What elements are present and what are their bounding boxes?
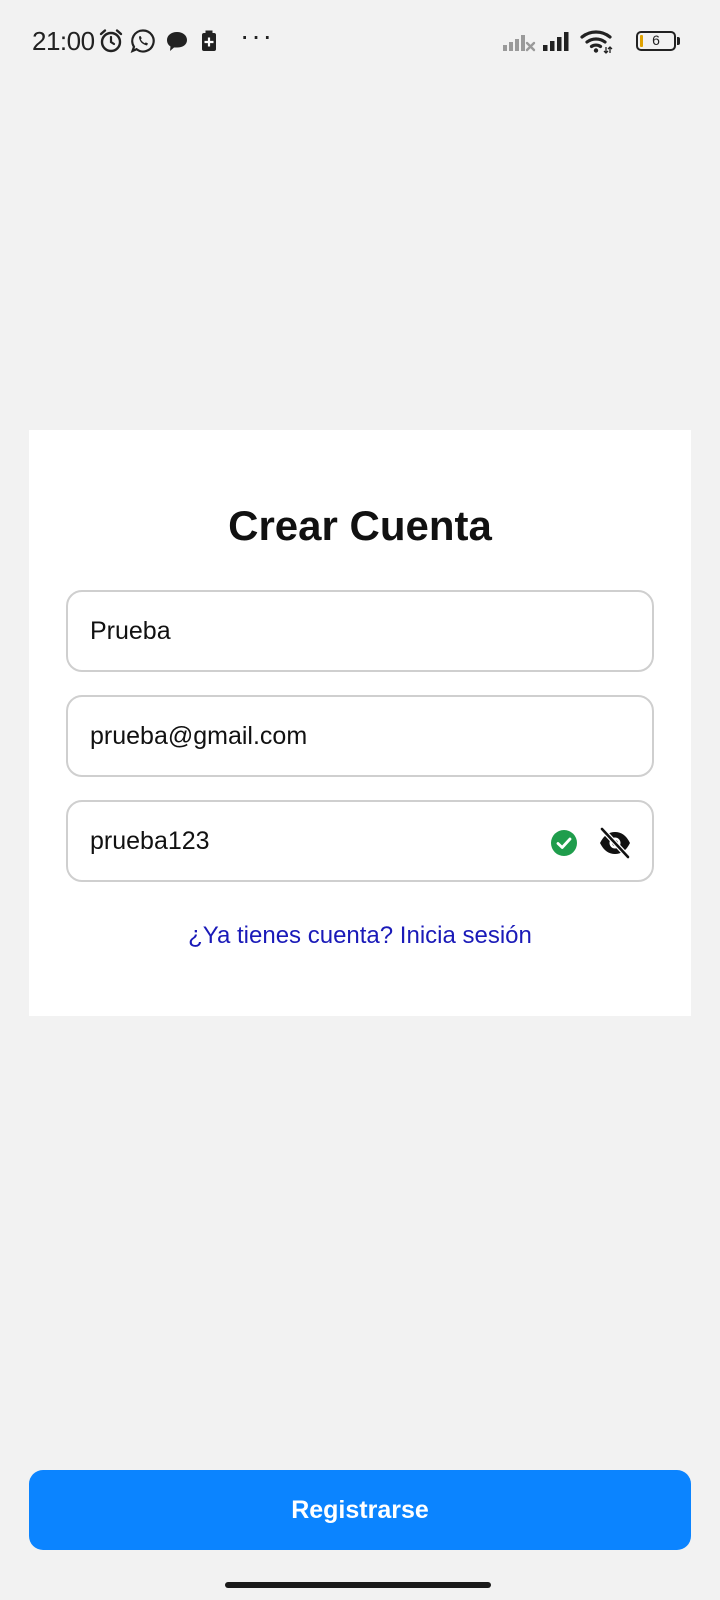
whatsapp-icon <box>130 29 155 54</box>
eye-off-icon[interactable] <box>598 827 632 859</box>
chat-bubble-icon <box>167 32 187 51</box>
battery-tip <box>677 37 680 45</box>
battery-saver-icon <box>202 30 216 51</box>
wifi-icon <box>580 30 613 54</box>
page-title: Crear Cuenta <box>228 502 492 549</box>
signal-icon <box>543 32 569 51</box>
password-field[interactable] <box>66 800 654 882</box>
signal-no-service-icon <box>503 35 536 52</box>
battery-icon: 6 <box>636 31 676 51</box>
name-field[interactable] <box>66 590 654 672</box>
name-input[interactable] <box>90 592 510 670</box>
home-indicator[interactable] <box>225 1582 491 1588</box>
status-time: 21:00 <box>32 26 95 56</box>
status-bar: 21:00 ··· 6 <box>0 0 720 82</box>
register-button[interactable]: Registrarse <box>29 1470 691 1550</box>
login-link[interactable]: ¿Ya tienes cuenta? Inicia sesión <box>29 922 691 950</box>
check-circle-icon <box>551 830 577 856</box>
alarm-icon <box>99 29 123 53</box>
email-input[interactable] <box>90 697 510 775</box>
register-card: Crear Cuenta ¿Ya tienes cuenta? Inicia s… <box>29 430 691 1016</box>
password-input[interactable] <box>90 802 510 880</box>
email-field[interactable] <box>66 695 654 777</box>
more-dots-icon: ··· <box>240 20 274 51</box>
battery-level: 6 <box>652 32 660 48</box>
